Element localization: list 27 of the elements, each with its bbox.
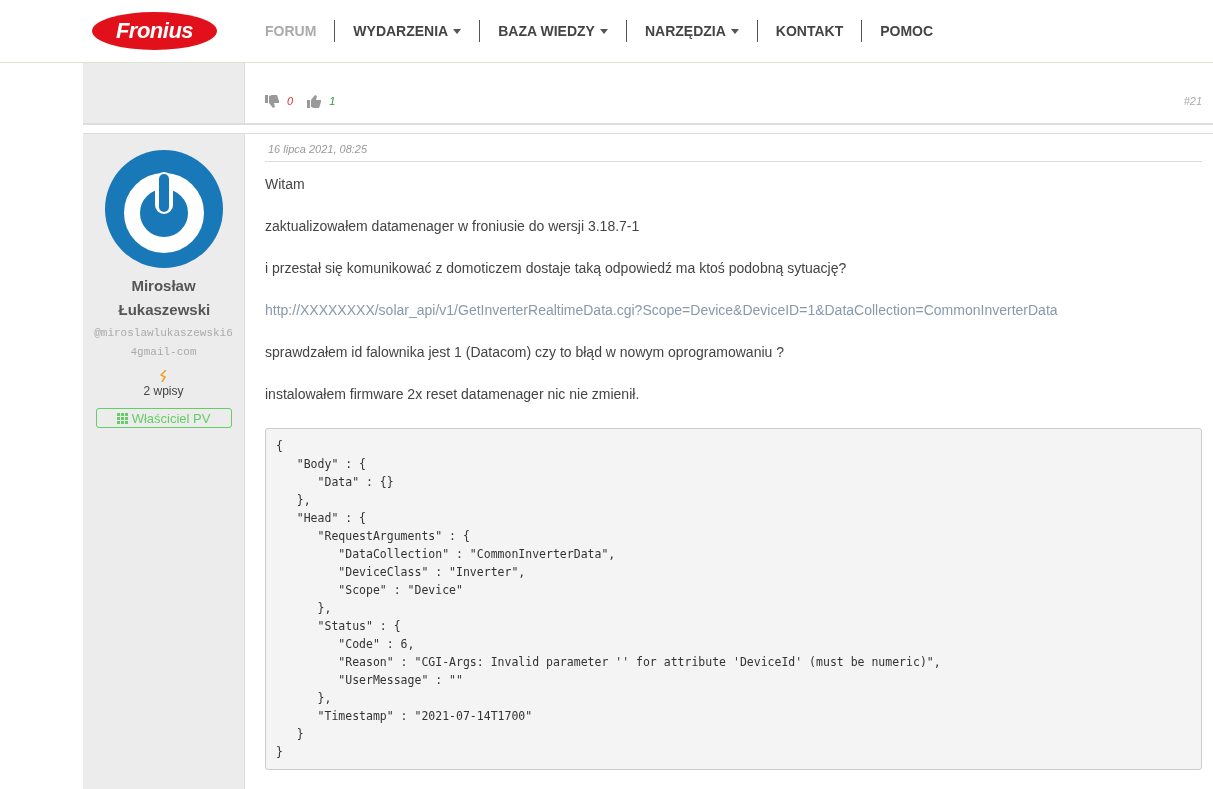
nav-link[interactable]: WYDARZENIA [335,23,480,39]
code-block: { "Body" : { "Data" : {} }, "Head" : { "RequestArguments" : { "DataCollection" : "CommonInverterData", "DeviceClass" : "Inverter", "Scope" : "Device" }, "Status" : { "Code" : 6, "Reason" : "CGI-Args: Invalid parameter '' for attribute 'DeviceId' (must be numeric)", "UserMessage" : "" }, "Timestamp" : "2021-07-14T1700" } } [265,428,1202,770]
post-paragraph: instalowałem firmware 2x reset datamenager nic nie zmienił. [265,386,641,402]
thumbs-up-icon[interactable] [307,94,322,108]
thumbs-down-icon[interactable] [265,94,279,108]
post-paragraph: Witam [265,176,306,192]
nav-link[interactable]: POMOC [862,23,952,39]
post-count: 2 wpisy [143,384,184,398]
post-date: 16 lipca 2021, 08:25 [265,134,1202,162]
post-paragraph: i przestał się komunikować z domoticzem dostaje taką odpowiedź ma ktoś podobną sytuację? [265,260,848,276]
caret-icon [453,28,462,34]
nav-link[interactable]: BAZA WIEDZY [480,23,626,39]
caret-icon [599,28,608,34]
upvote-count: 1 [329,95,336,107]
caret-icon [730,28,739,34]
downvote-count: 0 [287,95,294,107]
grid-icon [116,412,128,424]
author-name[interactable]: Mirosław Łukaszewski [118,274,209,322]
fronius-logo[interactable]: Fronius [92,12,217,50]
nav-link[interactable]: NARZĘDZIA [626,23,757,39]
author-handle: @miroslawlukaszewski64gmail-com [93,326,234,360]
badge-label: Właściciel PV [131,410,211,426]
post-paragraph: sprawdzałem id falownika jest 1 (Datacom) czy to błąd w nowym oprogramowaniu ? [265,344,785,360]
avatar-power-icon [104,150,223,268]
post-paragraph: zaktualizowałem datamenager w froniusie do wersji 3.18.7-1 [265,218,641,234]
rank-icon [159,370,168,382]
nav-link[interactable]: KONTAKT [757,23,862,39]
